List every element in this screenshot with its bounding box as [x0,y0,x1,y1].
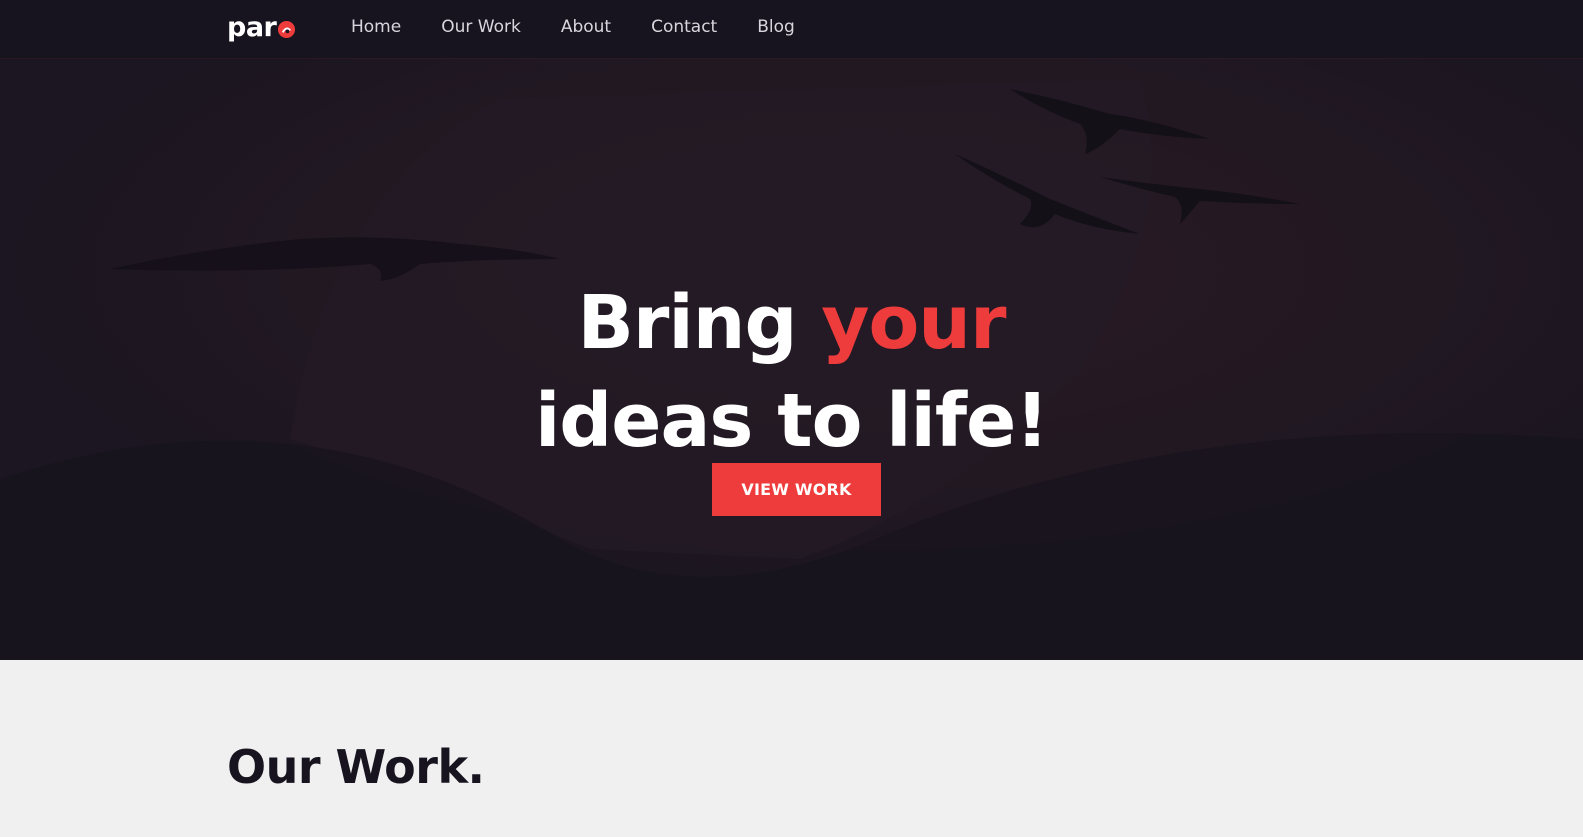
section-title: Our Work. [227,740,485,794]
our-work-section: Our Work. [0,660,1583,837]
navbar: par Home Our Work About Contact Blog [0,0,1583,59]
red-circle-logo-icon [278,20,296,38]
logo-text: par [227,12,277,43]
nav-link-home[interactable]: Home [351,17,401,37]
hero-title: Bring your ideas to life! [0,274,1583,470]
nav-links: Home Our Work About Contact Blog [351,17,835,37]
hero-title-part1: Bring [577,279,822,366]
view-work-button[interactable]: VIEW WORK [712,463,881,516]
logo[interactable]: par [227,13,296,43]
nav-link-blog[interactable]: Blog [757,17,795,37]
nav-link-about[interactable]: About [561,17,611,37]
hero-title-accent: your [821,279,1006,366]
nav-link-contact[interactable]: Contact [651,17,717,37]
hero-section: Bring your ideas to life! VIEW WORK [0,59,1583,660]
hero-title-line2: ideas to life! [534,377,1049,464]
nav-link-our-work[interactable]: Our Work [441,17,521,37]
